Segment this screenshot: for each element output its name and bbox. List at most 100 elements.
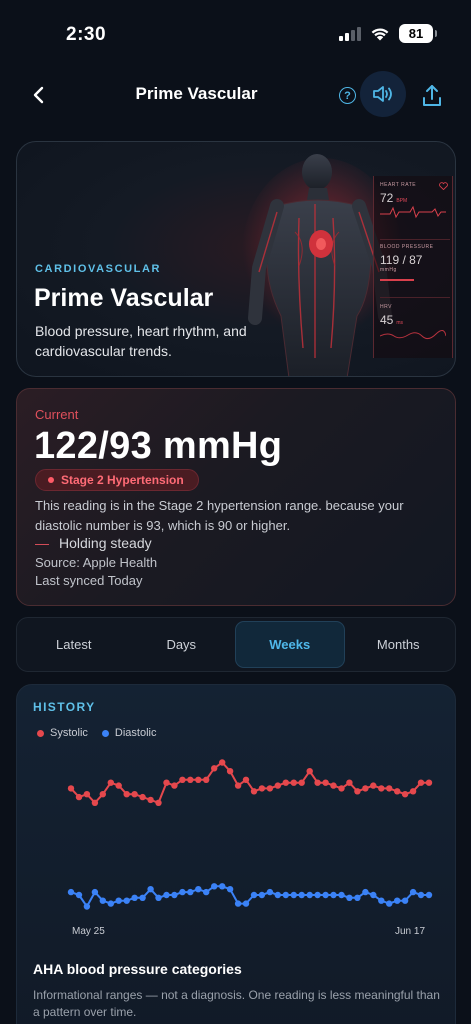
systolic-point — [99, 791, 107, 798]
diastolic-point — [75, 891, 83, 899]
systolic-point — [91, 799, 99, 806]
hrv-readout: HRV 45 ms — [379, 304, 450, 352]
diastolic-point — [139, 894, 146, 901]
systolic-point — [386, 785, 393, 792]
tab-latest[interactable]: Latest — [20, 621, 128, 668]
chart-legend: Systolic Diastolic — [37, 727, 156, 739]
systolic-point — [362, 785, 369, 792]
hero-card[interactable]: HEART RATE 72 BPM BLOOD PRESSURE 119 / 87… — [16, 141, 456, 377]
systolic-point — [163, 779, 170, 786]
diastolic-point — [330, 891, 337, 899]
diastolic-point — [378, 897, 385, 904]
systolic-point — [171, 782, 178, 789]
current-label: Current — [35, 407, 79, 422]
systolic-point — [67, 785, 75, 792]
tab-months[interactable]: Months — [345, 621, 453, 668]
diastolic-point — [99, 897, 107, 904]
diastolic-point — [258, 891, 266, 899]
heart-rate-readout: HEART RATE 72 BPM — [380, 182, 450, 240]
time-range-segmented-control: Latest Days Weeks Months — [16, 617, 456, 672]
blood-pressure-readout: BLOOD PRESSURE 119 / 87 mmHg — [380, 244, 450, 298]
diastolic-point — [425, 891, 433, 899]
diastolic-point — [290, 891, 297, 899]
systolic-point — [425, 779, 433, 786]
x-axis-label-start: May 25 — [72, 926, 105, 937]
heart-rate-wave-icon — [380, 205, 446, 219]
speaker-icon — [373, 86, 392, 102]
diastolic-point — [266, 888, 274, 896]
status-time: 2:30 — [66, 24, 107, 45]
diastolic-point — [409, 888, 417, 896]
history-card: HISTORY Systolic Diastolic May 25 Jun 17… — [16, 684, 456, 1024]
diastolic-point — [179, 888, 186, 896]
systolic-point — [250, 788, 258, 795]
systolic-point — [226, 768, 234, 775]
systolic-point — [75, 793, 83, 801]
legend-systolic: Systolic — [37, 727, 88, 739]
diastolic-point — [203, 888, 210, 896]
systolic-point — [234, 782, 242, 789]
systolic-point — [401, 791, 409, 798]
cellular-signal-icon — [339, 26, 361, 41]
diastolic-point — [123, 897, 130, 904]
diastolic-point — [322, 891, 329, 899]
systolic-point — [298, 779, 305, 786]
diastolic-point — [370, 891, 377, 899]
systolic-point — [282, 779, 289, 786]
current-value: 122/93 mmHg — [34, 425, 283, 467]
diastolic-point — [67, 888, 75, 896]
history-line-chart: May 25 Jun 17 — [67, 759, 433, 937]
systolic-point — [211, 765, 218, 772]
diastolic-point — [163, 891, 170, 899]
systolic-point — [187, 776, 194, 783]
diastolic-point — [219, 883, 226, 890]
systolic-point — [179, 776, 186, 783]
diastolic-point — [362, 888, 369, 896]
systolic-point — [266, 785, 274, 792]
battery-icon: 81 — [399, 24, 437, 43]
systolic-point — [195, 776, 202, 783]
systolic-point — [290, 779, 297, 786]
systolic-point — [147, 796, 154, 804]
help-button[interactable]: ? — [339, 87, 356, 104]
diastolic-point — [417, 891, 425, 899]
systolic-point — [306, 768, 313, 775]
systolic-point — [417, 779, 425, 786]
diastolic-point — [274, 891, 281, 899]
trend-indicator: — Holding steady — [35, 535, 152, 551]
systolic-point — [203, 776, 210, 783]
systolic-point — [394, 788, 401, 795]
diastolic-point — [282, 891, 289, 899]
tab-weeks[interactable]: Weeks — [235, 621, 345, 668]
systolic-point — [219, 759, 226, 766]
systolic-point — [115, 782, 122, 789]
diastolic-point — [314, 891, 321, 899]
hero-eyebrow: CARDIOVASCULAR — [35, 263, 162, 275]
diastolic-point — [234, 900, 242, 907]
diastolic-point — [242, 900, 250, 907]
current-reading-card: Current 122/93 mmHg Stage 2 Hypertension… — [16, 388, 456, 606]
status-badge: Stage 2 Hypertension — [35, 469, 199, 491]
systolic-point — [370, 782, 377, 789]
diastolic-point — [83, 903, 91, 910]
diastolic-point — [131, 894, 138, 901]
wifi-icon — [371, 28, 389, 41]
systolic-point — [378, 785, 385, 792]
diastolic-point — [250, 891, 258, 899]
hero-description: Blood pressure, heart rhythm, and cardio… — [35, 323, 247, 359]
legend-diastolic: Diastolic — [101, 727, 156, 739]
aha-categories-description: Informational ranges — not a diagnosis. … — [33, 988, 440, 1019]
hero-title: Prime Vascular — [34, 284, 214, 312]
read-aloud-button[interactable] — [360, 71, 406, 117]
systolic-point — [139, 793, 146, 801]
diastolic-point — [187, 888, 194, 896]
help-icon: ? — [344, 89, 351, 102]
systolic-point — [338, 785, 345, 792]
diastolic-point — [354, 894, 361, 901]
systolic-point — [322, 779, 329, 786]
share-button[interactable] — [418, 82, 446, 110]
tab-days[interactable]: Days — [128, 621, 236, 668]
diastolic-point — [171, 891, 178, 899]
systolic-point — [274, 782, 281, 789]
diastolic-point — [107, 900, 115, 907]
